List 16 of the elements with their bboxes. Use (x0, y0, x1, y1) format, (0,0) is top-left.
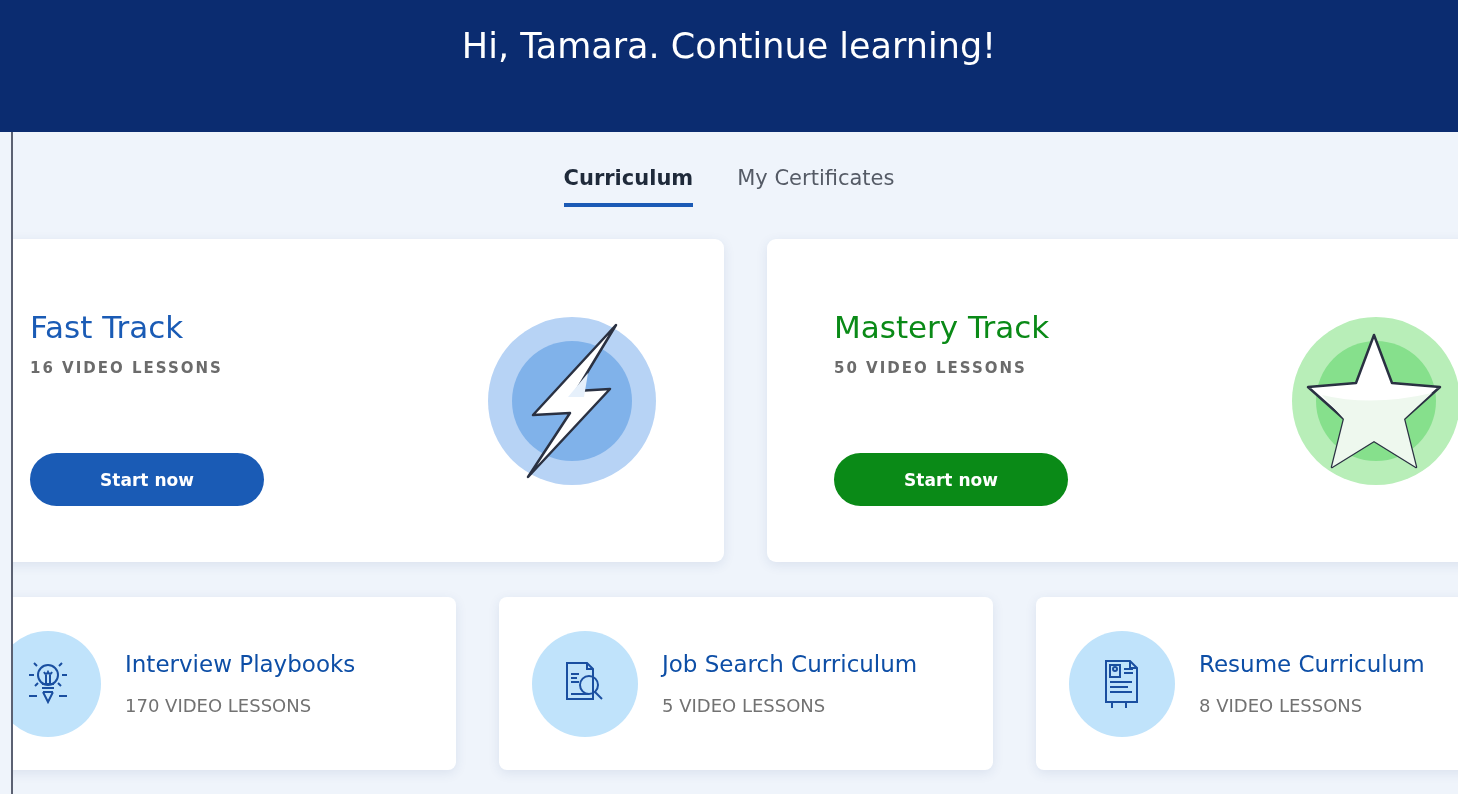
start-button[interactable]: Start now (834, 453, 1068, 506)
lightning-icon (488, 316, 656, 485)
start-button[interactable]: Start now (30, 453, 264, 506)
course-title[interactable]: Job Search Curriculum (662, 651, 918, 677)
course-title[interactable]: Resume Curriculum (1199, 651, 1425, 677)
track-title: Mastery Track (834, 309, 1051, 345)
lesson-count: 8 VIDEO LESSONS (1199, 695, 1364, 716)
lesson-count: 50 VIDEO LESSONS (834, 359, 1028, 377)
page-title: Hi, Tamara. Continue learning! (460, 25, 998, 66)
tab[interactable]: My Certificates (737, 162, 895, 207)
course-title[interactable]: Interview Playbooks (125, 651, 356, 677)
lesson-count: 170 VIDEO LESSONS (125, 695, 313, 716)
lesson-count: 16 VIDEO LESSONS (30, 359, 224, 377)
track-title: Fast Track (30, 309, 185, 345)
tab[interactable]: Curriculum (563, 162, 694, 207)
lesson-count: 5 VIDEO LESSONS (662, 695, 827, 716)
